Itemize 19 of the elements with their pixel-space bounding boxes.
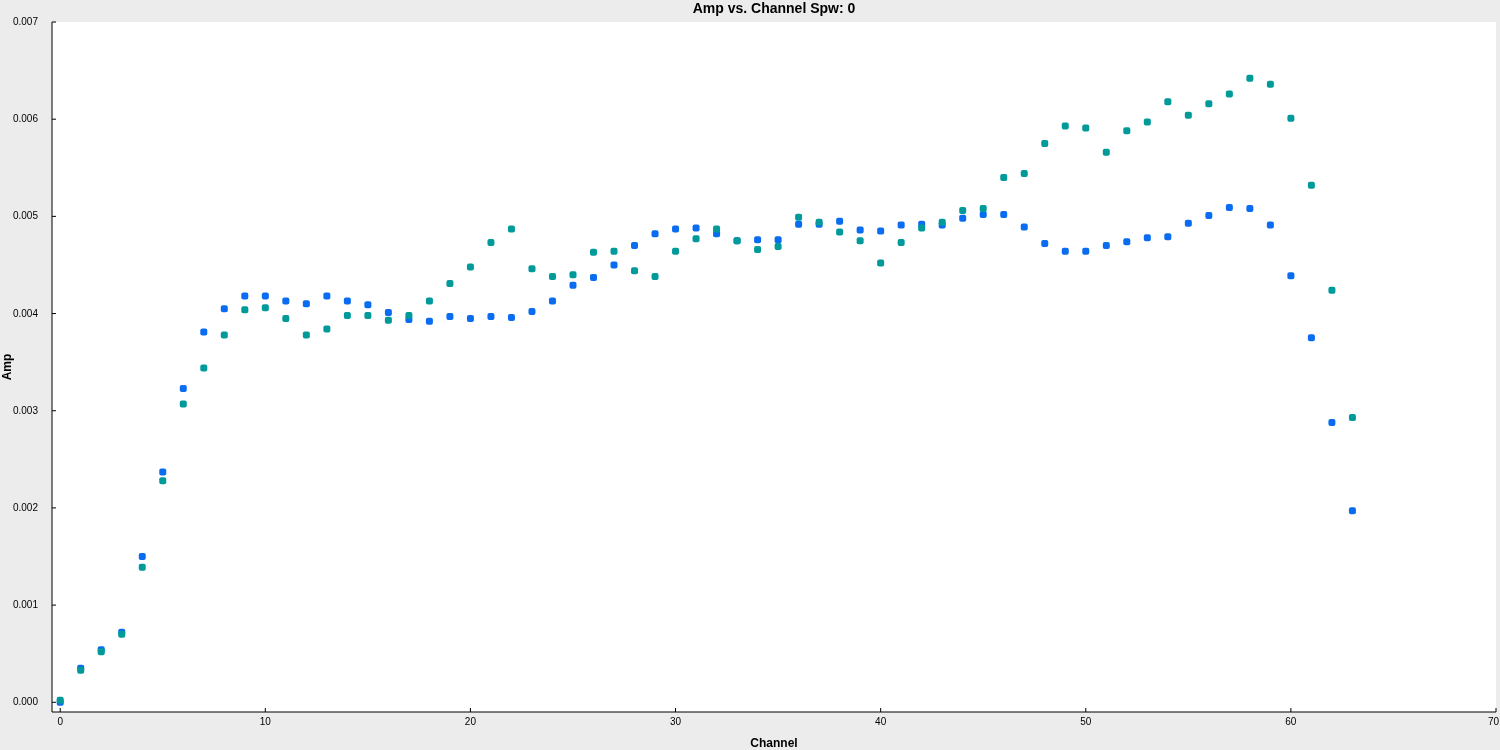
x-tick-label: 40 (875, 716, 887, 727)
y-tick-label: 0.001 (12, 599, 38, 611)
y-axis-label: Amp (0, 353, 14, 381)
x-tick-label: 30 (670, 716, 682, 727)
x-tick-label: 20 (464, 716, 476, 727)
x-tick-label: 0 (57, 716, 63, 727)
y-tick-label: 0.006 (12, 113, 38, 125)
y-tick-label: 0.000 (12, 696, 38, 708)
y-tick-label: 0.005 (12, 210, 38, 222)
x-tick-label: 70 (1487, 716, 1499, 727)
y-tick-label: 0.004 (12, 307, 38, 319)
x-axis-label: Channel (750, 736, 798, 750)
y-tick-label: 0.007 (12, 16, 38, 27)
x-tick-label: 60 (1285, 716, 1297, 727)
x-tick-label: 10 (259, 716, 271, 727)
chart-title: Amp vs. Channel Spw: 0 (692, 0, 856, 16)
x-tick-label: 50 (1080, 716, 1092, 727)
y-tick-label: 0.003 (12, 404, 38, 416)
y-tick-label: 0.002 (12, 501, 38, 513)
